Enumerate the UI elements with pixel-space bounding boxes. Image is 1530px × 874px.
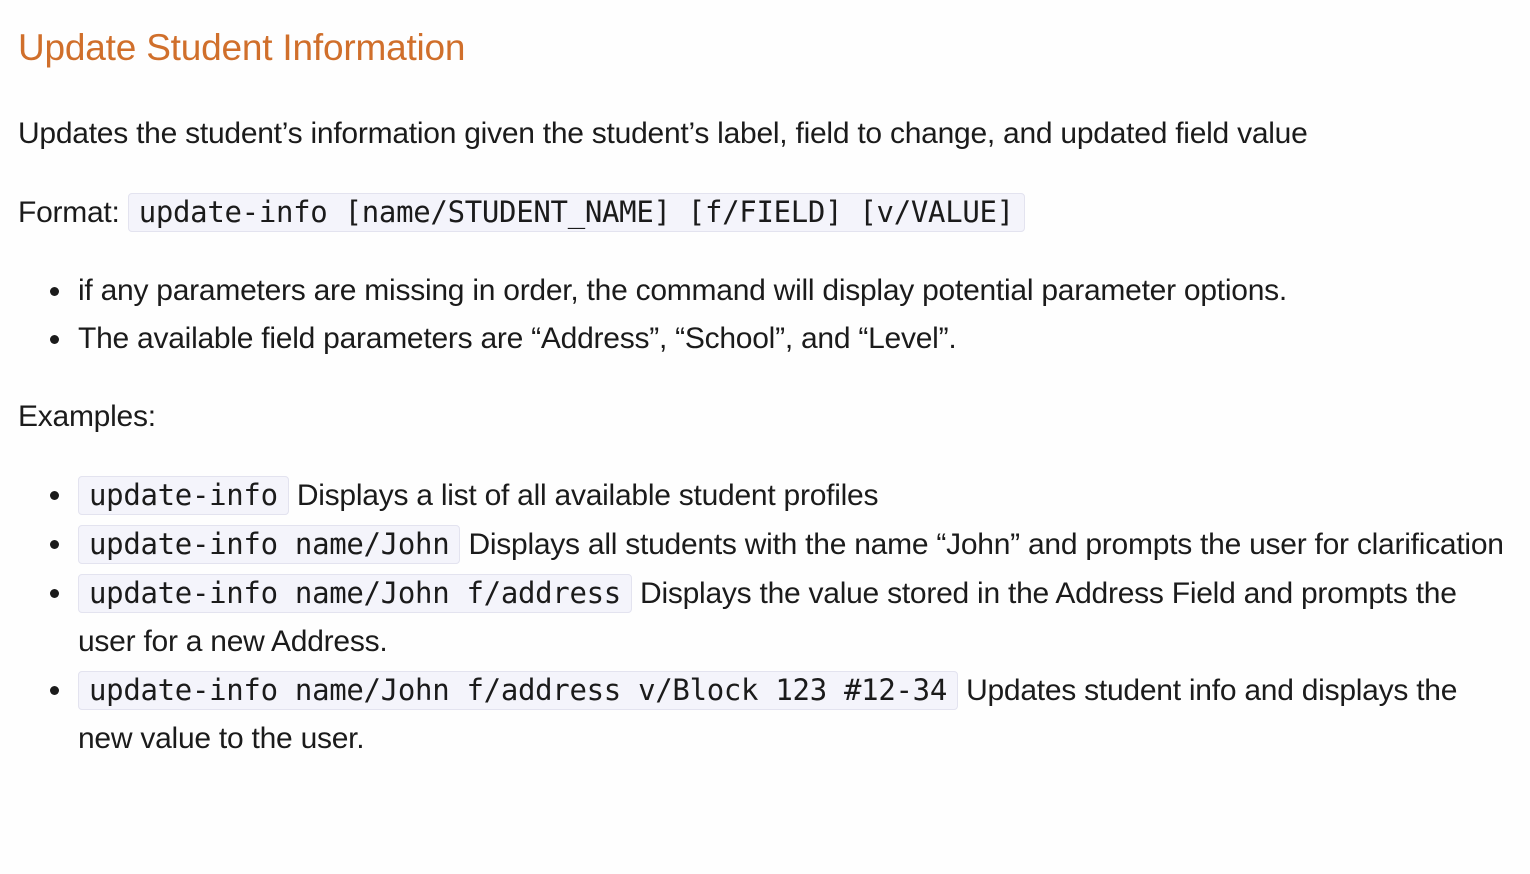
bullet-icon: [50, 540, 59, 549]
list-item: The available field parameters are “Addr…: [50, 315, 1512, 363]
list-item: update-info name/John f/address v/Block …: [50, 666, 1512, 763]
examples-label: Examples:: [18, 400, 156, 433]
section-heading: Update Student Information: [18, 27, 466, 68]
bullet-icon: [50, 287, 59, 296]
bullet-icon: [50, 491, 59, 500]
format-label: Format:: [18, 196, 120, 229]
document-page: Update Student Information Updates the s…: [0, 0, 1530, 763]
examples-list: update-info Displays a list of all avail…: [18, 471, 1512, 763]
list-item: if any parameters are missing in order, …: [50, 267, 1512, 315]
example-code: update-info name/John f/address: [78, 574, 632, 613]
note-text: if any parameters are missing in order, …: [78, 274, 1288, 307]
bullet-icon: [50, 335, 59, 344]
format-line: Format: update-info [name/STUDENT_NAME] …: [18, 188, 1512, 237]
list-item: update-info Displays a list of all avail…: [50, 471, 1512, 520]
list-item: update-info name/John f/address Displays…: [50, 569, 1512, 666]
example-text: Displays all students with the name “Joh…: [460, 528, 1504, 561]
notes-list: if any parameters are missing in order, …: [18, 267, 1512, 363]
note-text: The available field parameters are “Addr…: [78, 322, 957, 355]
format-command-code: update-info [name/STUDENT_NAME] [f/FIELD…: [127, 193, 1025, 232]
example-code: update-info: [78, 476, 289, 515]
list-item: update-info name/John Displays all stude…: [50, 520, 1512, 569]
example-code: update-info name/John f/address v/Block …: [78, 671, 958, 710]
bullet-icon: [50, 589, 59, 598]
example-text: Displays a list of all available student…: [288, 479, 879, 512]
description: Updates the student’s information given …: [18, 117, 1308, 150]
example-code: update-info name/John: [78, 525, 461, 564]
bullet-icon: [50, 686, 59, 695]
